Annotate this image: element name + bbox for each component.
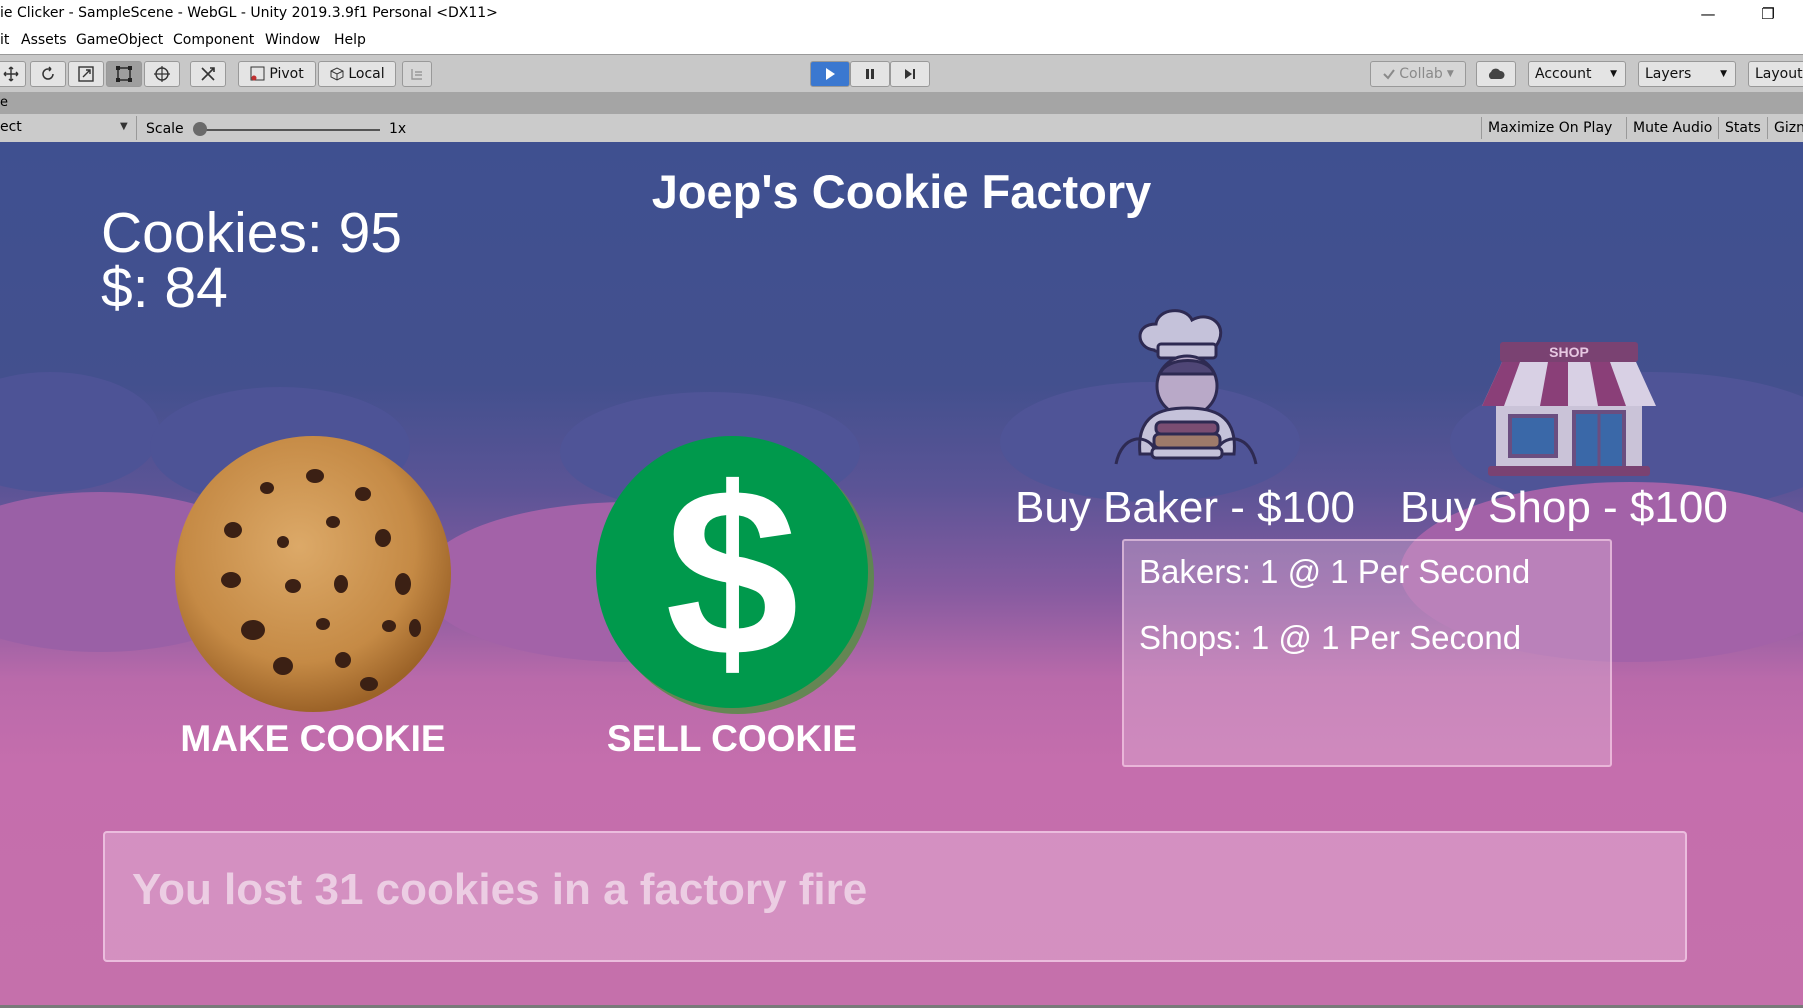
chevron-down-icon: ▼ bbox=[1446, 69, 1454, 79]
restore-icon[interactable]: ❐ bbox=[1748, 2, 1788, 26]
layout-label: Layout bbox=[1755, 66, 1803, 82]
display-dropdown[interactable]: ect bbox=[0, 119, 22, 135]
pivot-label: Pivot bbox=[269, 66, 304, 82]
event-message: You lost 31 cookies in a factory fire bbox=[132, 865, 868, 914]
cloud-button[interactable] bbox=[1476, 61, 1516, 87]
window-title: ie Clicker - SampleScene - WebGL - Unity… bbox=[0, 5, 498, 21]
mute-audio-toggle[interactable]: Mute Audio bbox=[1626, 117, 1718, 139]
buy-baker-label: Buy Baker - $100 bbox=[1015, 483, 1355, 532]
buy-baker-button[interactable] bbox=[1106, 304, 1266, 484]
collab-dropdown[interactable]: Collab ▼ bbox=[1370, 61, 1466, 87]
baker-icon bbox=[1114, 309, 1258, 465]
step-button[interactable] bbox=[890, 61, 930, 87]
rect-icon bbox=[116, 66, 132, 82]
minimize-icon[interactable]: — bbox=[1688, 2, 1728, 26]
scale-slider-track[interactable] bbox=[200, 129, 380, 131]
sell-cookie-label: SELL COOKIE bbox=[606, 718, 858, 759]
local-icon bbox=[330, 67, 344, 81]
move-icon bbox=[3, 66, 19, 82]
make-cookie-label: MAKE COOKIE bbox=[180, 718, 446, 759]
shops-info: Shops: 1 @ 1 Per Second bbox=[1139, 619, 1522, 656]
game-view: Joep's Cookie Factory Cookies: 95 $: 84 bbox=[0, 142, 1803, 1008]
menu-gameobject[interactable]: GameObject bbox=[76, 32, 163, 48]
gizmos-dropdown[interactable]: Gizn bbox=[1767, 117, 1803, 139]
custom-tool-button[interactable] bbox=[190, 61, 226, 87]
window-title-bar: ie Clicker - SampleScene - WebGL - Unity… bbox=[0, 0, 1803, 28]
toolbar-divider bbox=[136, 116, 137, 140]
pause-icon bbox=[866, 69, 874, 79]
rotate-icon bbox=[42, 66, 54, 80]
game-view-toolbar: ect ▼ Scale 1x Maximize On Play Mute Aud… bbox=[0, 114, 1803, 143]
menu-window[interactable]: Window bbox=[265, 32, 320, 48]
maximize-on-play-toggle[interactable]: Maximize On Play bbox=[1481, 117, 1618, 139]
shop-sign-text: SHOP bbox=[1549, 344, 1589, 360]
check-icon bbox=[1383, 69, 1396, 80]
collab-label: Collab bbox=[1399, 66, 1443, 82]
event-message-panel: You lost 31 cookies in a factory fire bbox=[103, 831, 1687, 962]
play-button[interactable] bbox=[810, 61, 850, 87]
step-icon bbox=[905, 69, 915, 79]
dollar-icon: $ bbox=[665, 438, 799, 706]
menu-help[interactable]: Help bbox=[334, 32, 366, 48]
menu-component[interactable]: Component bbox=[173, 32, 254, 48]
game-tab[interactable]: e bbox=[0, 95, 8, 110]
grid-snap-icon bbox=[411, 69, 422, 80]
pause-button[interactable] bbox=[850, 61, 890, 87]
scale-label: Scale bbox=[146, 121, 184, 137]
menu-edit[interactable]: it bbox=[0, 32, 9, 48]
production-info-panel: Bakers: 1 @ 1 Per Second Shops: 1 @ 1 Pe… bbox=[1122, 539, 1612, 767]
layers-label: Layers bbox=[1645, 66, 1692, 82]
scale-icon bbox=[78, 66, 94, 82]
chevron-down-icon: ▼ bbox=[1610, 69, 1617, 79]
scale-slider-handle[interactable] bbox=[193, 122, 207, 136]
buy-shop-label: Buy Shop - $100 bbox=[1400, 483, 1728, 532]
menu-bar: it Assets GameObject Component Window He… bbox=[0, 28, 1803, 54]
local-toggle-button[interactable]: Local bbox=[318, 61, 396, 87]
account-dropdown[interactable]: Account ▼ bbox=[1528, 61, 1626, 87]
buy-shop-button[interactable]: SHOP bbox=[1474, 336, 1664, 486]
pivot-icon bbox=[250, 66, 265, 81]
chevron-down-icon: ▼ bbox=[1720, 69, 1727, 79]
cookie-icon bbox=[175, 436, 451, 712]
cloud-icon bbox=[1488, 68, 1505, 79]
scale-value: 1x bbox=[389, 121, 407, 137]
rotate-tool-button[interactable] bbox=[30, 61, 66, 87]
sell-cookie-button[interactable]: $ bbox=[592, 432, 876, 716]
make-cookie-button[interactable] bbox=[173, 434, 453, 714]
money-counter: $: 84 bbox=[101, 256, 228, 320]
bakers-info: Bakers: 1 @ 1 Per Second bbox=[1139, 553, 1531, 590]
account-label: Account bbox=[1535, 66, 1592, 82]
menu-assets[interactable]: Assets bbox=[21, 32, 67, 48]
move-tool-button[interactable] bbox=[0, 61, 26, 87]
cloud-decoration bbox=[0, 372, 160, 492]
local-label: Local bbox=[348, 66, 385, 82]
game-tab-row: e bbox=[0, 92, 1803, 114]
transform-icon bbox=[154, 66, 170, 82]
layout-dropdown[interactable]: Layout bbox=[1748, 61, 1803, 87]
chevron-down-icon: ▼ bbox=[120, 121, 128, 132]
transform-tool-button[interactable] bbox=[144, 61, 180, 87]
stats-toggle[interactable]: Stats bbox=[1718, 117, 1767, 139]
pivot-toggle-button[interactable]: Pivot bbox=[238, 61, 316, 87]
play-icon bbox=[826, 68, 835, 80]
grid-snap-button[interactable] bbox=[402, 61, 432, 87]
layers-dropdown[interactable]: Layers ▼ bbox=[1638, 61, 1736, 87]
custom-tool-icon bbox=[201, 67, 215, 81]
scale-tool-button[interactable] bbox=[68, 61, 104, 87]
rect-tool-button[interactable] bbox=[106, 61, 142, 87]
main-toolbar: Pivot Local Collab ▼ Account ▼ Layers ▼ … bbox=[0, 54, 1803, 93]
